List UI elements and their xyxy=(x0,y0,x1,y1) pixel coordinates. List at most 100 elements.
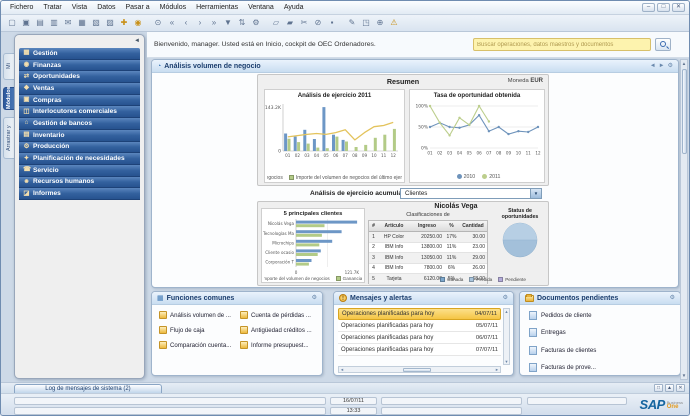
form-settings-icon[interactable]: ⚙ xyxy=(250,17,262,29)
doc-pedidos-de-cliente[interactable]: Pedidos de cliente xyxy=(529,310,676,320)
collapse-sidebar-icon[interactable]: ◄ xyxy=(134,38,140,44)
statusbar: 16/07/11 13:33 SAP Business One xyxy=(1,393,689,416)
menu-vista[interactable]: Vista xyxy=(67,1,92,14)
search-input[interactable] xyxy=(473,38,651,51)
search-button[interactable] xyxy=(655,38,671,51)
table-row[interactable]: 3 IBM Info 13050.00 11% 29.00 xyxy=(369,253,487,264)
message-text: Operaciones planificadas para hoy xyxy=(341,323,433,329)
minimize-icon[interactable]: – xyxy=(642,3,655,12)
menu-tratar[interactable]: Tratar xyxy=(38,1,66,14)
sidebar-item-gestion[interactable]: ▦ Gestión xyxy=(19,48,140,60)
sidebar-item-inventario[interactable]: ▤ Inventario xyxy=(19,130,140,142)
module-icon: ⚙ xyxy=(23,143,30,151)
close-pane-icon[interactable]: ✕ xyxy=(676,384,685,392)
message-row[interactable]: Operaciones planificadas para hoy 05/07/… xyxy=(338,320,501,332)
page-icon[interactable]: ◳ xyxy=(360,17,372,29)
menu-pasar-a[interactable]: Pasar a xyxy=(121,1,155,14)
new-document-icon[interactable]: ▢ xyxy=(6,17,18,29)
wrench-icon[interactable]: ⚙ xyxy=(670,294,675,303)
add-favorite-icon[interactable]: ✚ xyxy=(118,17,130,29)
first-record-icon[interactable]: « xyxy=(166,17,178,29)
table-row[interactable]: 1 HP Color 20250.00 17% 30.00 xyxy=(369,232,487,243)
currency-selector[interactable]: Moneda EUR xyxy=(508,78,543,84)
menu-datos[interactable]: Datos xyxy=(92,1,120,14)
sidebar-item-interlocutores-comerciales[interactable]: ◫ Interlocutores comerciales xyxy=(19,106,140,118)
wrench-icon[interactable]: ⚙ xyxy=(312,294,317,303)
table-row[interactable]: 4 IBM Info 7800.00 6% 26.00 xyxy=(369,264,487,275)
wrench-icon[interactable]: ⚙ xyxy=(668,62,673,71)
alarm-icon[interactable]: ⚠ xyxy=(388,17,400,29)
delete-icon[interactable]: ▪ xyxy=(326,17,338,29)
prev-page-icon[interactable]: ◄ xyxy=(650,62,656,71)
func-analisis-volumen[interactable]: Análisis volumen de ... xyxy=(159,311,238,319)
sidebar-item-produccion[interactable]: ⚙ Producción xyxy=(19,142,140,154)
print-preview-icon[interactable]: ▤ xyxy=(34,17,46,29)
sidebar-item-servicio[interactable]: ☎ Servicio xyxy=(19,165,140,177)
cut-icon[interactable]: ✂ xyxy=(298,17,310,29)
doc-facturas-de-clientes[interactable]: Facturas de clientes xyxy=(529,345,676,355)
cancel-icon[interactable]: ⊘ xyxy=(312,17,324,29)
menu-modulos[interactable]: Módulos xyxy=(155,1,191,14)
sidebar-item-recursos-humanos[interactable]: ☻ Recursos humanos xyxy=(19,177,140,189)
func-cuenta-perdidas[interactable]: Cuenta de pérdidas ... xyxy=(240,311,319,319)
table-row[interactable]: 2 IBM Info 13800.00 11% 23.00 xyxy=(369,243,487,254)
scrollbar-thumb[interactable] xyxy=(682,69,687,154)
restore-icon[interactable]: □ xyxy=(657,3,670,12)
menu-herramientas[interactable]: Herramientas xyxy=(191,1,243,14)
lock-icon[interactable]: ◉ xyxy=(132,17,144,29)
doc-facturas-de-proveedores[interactable]: Facturas de prove... xyxy=(529,363,676,373)
sidebar-item-finanzas[interactable]: ◉ Finanzas xyxy=(19,60,140,72)
copy-icon[interactable]: ▱ xyxy=(270,17,282,29)
func-comparacion-cuenta[interactable]: Comparación cuenta... xyxy=(159,341,238,349)
next-page-icon[interactable]: ► xyxy=(659,62,665,71)
opportunity-status-title: Status de oportunidades xyxy=(492,208,548,220)
sidebar-item-oportunidades[interactable]: ⇄ Oportunidades xyxy=(19,71,140,83)
menu-fichero[interactable]: Fichero xyxy=(5,1,38,14)
sort-icon[interactable]: ⇅ xyxy=(236,17,248,29)
expand-pane-icon[interactable]: ▲ xyxy=(665,384,674,392)
doc-entregas[interactable]: Entregas xyxy=(529,328,676,338)
dock-tab-arrastrar-y-vincular[interactable]: Arrastrar y vincular xyxy=(3,117,14,159)
accumulated-analysis-dropdown[interactable]: Clientes ▼ xyxy=(400,188,542,199)
message-row[interactable]: Operaciones planificadas para hoy 06/07/… xyxy=(338,332,501,344)
analysis-widget-header: ◔ Análisis volumen de negocio ◄ ► ⚙ xyxy=(152,60,678,73)
sidebar-item-compras[interactable]: ▣ Compras xyxy=(19,95,140,107)
find-icon[interactable]: ⊙ xyxy=(152,17,164,29)
next-record-icon[interactable]: › xyxy=(194,17,206,29)
export-icon[interactable]: ▥ xyxy=(48,17,60,29)
wrench-icon[interactable]: ⚙ xyxy=(503,294,508,303)
print-icon[interactable]: ▣ xyxy=(20,17,32,29)
document-icon xyxy=(529,311,537,320)
word-export-icon[interactable]: ▧ xyxy=(90,17,102,29)
dock-tab-mi-cockpit[interactable]: Mi Cockpit xyxy=(3,53,14,80)
menu-ventana[interactable]: Ventana xyxy=(243,1,279,14)
edit-icon[interactable]: ✎ xyxy=(346,17,358,29)
menu-ayuda[interactable]: Ayuda xyxy=(279,1,309,14)
close-icon[interactable]: ✕ xyxy=(672,3,685,12)
messages-horizontal-scrollbar[interactable]: ◄ ► xyxy=(338,366,501,373)
excel-export-icon[interactable]: ▦ xyxy=(76,17,88,29)
scrollbar-thumb[interactable] xyxy=(403,368,431,372)
magnifier-icon[interactable]: ⊕ xyxy=(374,17,386,29)
sidebar-item-planificacion-de-necesidades[interactable]: ✦ Planificación de necesidades xyxy=(19,153,140,165)
message-row[interactable]: Operaciones planificadas para hoy 07/07/… xyxy=(338,344,501,356)
filter-icon[interactable]: ▼ xyxy=(222,17,234,29)
sidebar-item-gestion-de-bancos[interactable]: ⌂ Gestión de bancos xyxy=(19,118,140,130)
pdf-export-icon[interactable]: ▨ xyxy=(104,17,116,29)
paste-icon[interactable]: ▰ xyxy=(284,17,296,29)
dock-tab-modulos[interactable]: Módulos xyxy=(3,87,14,110)
sidebar-item-informes[interactable]: ◪ Informes xyxy=(19,188,140,200)
workspace-scrollbar[interactable]: ▲ ▼ xyxy=(680,59,688,380)
chevron-down-icon[interactable]: ▼ xyxy=(530,189,541,198)
previous-record-icon[interactable]: ‹ xyxy=(180,17,192,29)
status-message-field xyxy=(14,397,326,405)
messages-vertical-scrollbar[interactable]: ▲ ▼ xyxy=(503,308,510,365)
message-row[interactable]: Operaciones planificadas para hoy 04/07/… xyxy=(338,308,501,320)
func-flujo-de-caja[interactable]: Flujo de caja xyxy=(159,326,238,334)
last-record-icon[interactable]: » xyxy=(208,17,220,29)
email-icon[interactable]: ✉ xyxy=(62,17,74,29)
func-informe-presupuesto[interactable]: Informe presupuest... xyxy=(240,341,319,349)
restore-pane-icon[interactable]: □ xyxy=(654,384,663,392)
func-antiguedad-creditos[interactable]: Antigüedad créditos ... xyxy=(240,326,319,334)
sidebar-item-ventas[interactable]: ◆ Ventas xyxy=(19,83,140,95)
